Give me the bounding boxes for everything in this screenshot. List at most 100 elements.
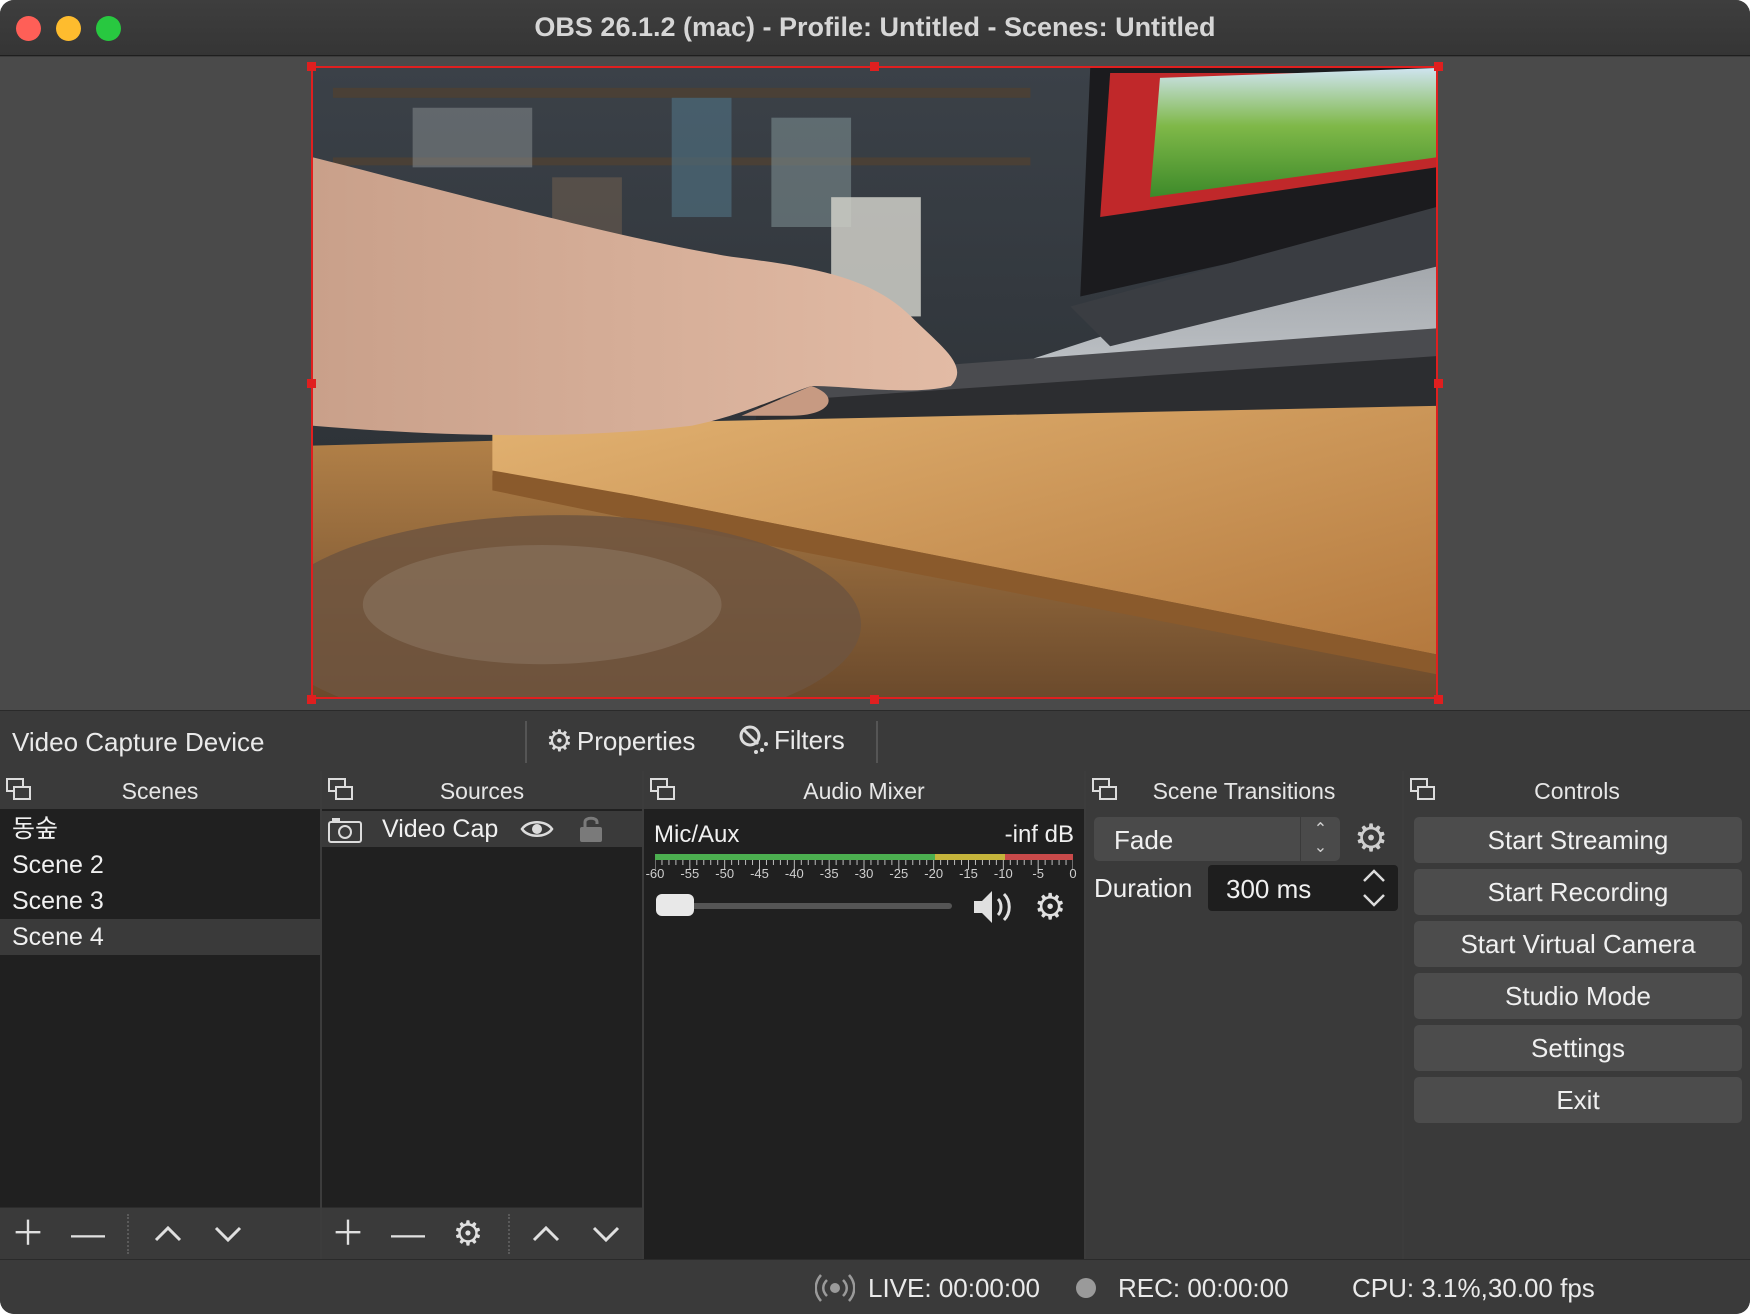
audio-mixer-title: Audio Mixer	[803, 778, 925, 804]
studio-mode-button[interactable]: Studio Mode	[1414, 973, 1742, 1019]
scene-transitions-dock: Scene Transitions Fade ⌃ ⌄ ⚙ Duration 300…	[1086, 771, 1402, 1259]
add-source-button[interactable]: ＋	[330, 1216, 366, 1252]
controls-header: Controls	[1404, 771, 1750, 809]
duration-stepper[interactable]	[1356, 865, 1392, 911]
source-properties-button[interactable]: ⚙	[450, 1216, 486, 1252]
scenes-footer: ＋ —	[0, 1207, 320, 1259]
eye-icon[interactable]	[520, 818, 554, 840]
source-toolbar: Video Capture Device ⚙ Properties Filter…	[0, 710, 1750, 771]
cpu-fps-readout: CPU: 3.1%,30.00 fps	[1352, 1273, 1595, 1303]
resize-handle[interactable]	[1434, 695, 1443, 704]
meter-scale-label: -35	[819, 866, 839, 881]
resize-handle[interactable]	[1434, 379, 1443, 388]
scenes-title: Scenes	[121, 778, 199, 804]
chevron-down-icon	[214, 1226, 242, 1243]
rec-timer: REC: 00:00:00	[1118, 1273, 1289, 1303]
meter-scale-label: -20	[924, 866, 944, 881]
stepper-arrows-icon	[1363, 869, 1385, 907]
window-title: OBS 26.1.2 (mac) - Profile: Untitled - S…	[534, 12, 1216, 42]
filters-button[interactable]: Filters	[738, 724, 845, 756]
move-scene-down-button[interactable]	[210, 1216, 246, 1252]
toolbar-separator	[525, 721, 527, 763]
video-preview[interactable]	[311, 66, 1438, 699]
add-scene-button[interactable]: ＋	[10, 1216, 46, 1252]
resize-handle[interactable]	[1434, 62, 1443, 71]
scene-item-selected[interactable]: Scene 4	[0, 919, 320, 955]
move-scene-up-button[interactable]	[150, 1216, 186, 1252]
scene-item[interactable]: 동숲	[0, 811, 320, 847]
meter-scale-label: -10	[993, 866, 1013, 881]
sources-list: Video Cap	[322, 809, 642, 1259]
start-virtual-camera-button[interactable]: Start Virtual Camera	[1414, 921, 1742, 967]
speaker-icon[interactable]	[972, 887, 1018, 927]
filters-icon	[739, 725, 768, 754]
start-streaming-button[interactable]: Start Streaming	[1414, 817, 1742, 863]
chevron-up-icon	[532, 1225, 560, 1242]
chevron-down-icon	[592, 1226, 620, 1243]
controls-title: Controls	[1534, 778, 1620, 804]
record-indicator-icon	[1076, 1278, 1096, 1298]
camera-icon	[328, 818, 362, 843]
settings-button[interactable]: Settings	[1414, 1025, 1742, 1071]
duration-label: Duration	[1094, 873, 1193, 903]
resize-handle[interactable]	[870, 695, 879, 704]
resize-handle[interactable]	[870, 62, 879, 71]
footer-separator	[127, 1214, 129, 1254]
preview-area[interactable]	[0, 57, 1750, 710]
scenes-dock-header: Scenes	[0, 771, 320, 809]
audio-mixer-dock: Audio Mixer Mic/Aux -inf dB -60 -55 -50 -45…	[644, 771, 1084, 1259]
meter-scale-label: -25	[889, 866, 909, 881]
source-item[interactable]: Video Cap	[322, 811, 642, 847]
properties-button[interactable]: ⚙ Properties	[546, 724, 695, 759]
sources-title: Sources	[439, 778, 525, 804]
live-timer: LIVE: 00:00:00	[868, 1273, 1041, 1303]
meter-scale-label: -15	[959, 866, 978, 881]
meter-scale-label: 0	[1069, 866, 1077, 881]
select-arrows-icon: ⌃ ⌄	[1300, 817, 1340, 861]
chevron-up-icon	[154, 1225, 182, 1242]
audio-mixer-body: Mic/Aux -inf dB -60 -55 -50 -45 -40 -35 -30 -25…	[644, 809, 1084, 1259]
scene-transitions-body: Fade ⌃ ⌄ ⚙ Duration 300 ms	[1086, 809, 1402, 1259]
move-source-up-button[interactable]	[528, 1216, 564, 1252]
resize-handle[interactable]	[307, 379, 316, 388]
controls-dock: Controls Start Streaming Start Recording…	[1404, 771, 1750, 1259]
audio-mixer-header: Audio Mixer	[644, 771, 1084, 809]
meter-scale-label: -5	[1032, 866, 1044, 881]
toolbar-separator	[876, 721, 878, 763]
volume-slider-knob[interactable]	[656, 894, 694, 916]
start-recording-button[interactable]: Start Recording	[1414, 869, 1742, 915]
source-item-label: Video Cap	[382, 815, 499, 843]
transition-value: Fade	[1114, 825, 1174, 855]
resize-handle[interactable]	[307, 695, 316, 704]
volume-slider[interactable]	[656, 903, 952, 909]
status-bar: LIVE: 00:00:00 REC: 00:00:00 CPU: 3.1%,3…	[0, 1259, 1750, 1314]
transition-select[interactable]: Fade ⌃ ⌄	[1094, 817, 1340, 861]
audio-channel-name: Mic/Aux	[654, 821, 740, 848]
gear-icon[interactable]: ⚙	[1354, 819, 1388, 859]
meter-scale-label: -60	[645, 866, 665, 881]
scene-item[interactable]: Scene 2	[0, 847, 320, 883]
scene-transitions-header: Scene Transitions	[1086, 771, 1402, 809]
gear-icon[interactable]: ⚙	[1034, 887, 1066, 927]
sources-dock: Sources Video Cap ＋ — ⚙	[322, 771, 642, 1259]
sources-footer: ＋ — ⚙	[322, 1207, 642, 1259]
meter-scale-label: -40	[784, 866, 804, 881]
move-source-down-button[interactable]	[588, 1216, 624, 1252]
remove-source-button[interactable]: —	[390, 1216, 426, 1252]
resize-handle[interactable]	[307, 62, 316, 71]
meter-scale-label: -50	[715, 866, 735, 881]
exit-button[interactable]: Exit	[1414, 1077, 1742, 1123]
duration-value: 300 ms	[1226, 874, 1312, 904]
controls-body: Start Streaming Start Recording Start Vi…	[1404, 809, 1750, 1259]
remove-scene-button[interactable]: —	[70, 1216, 106, 1252]
footer-separator	[508, 1214, 510, 1254]
camera-frame-image	[313, 68, 1436, 697]
scene-item[interactable]: Scene 3	[0, 883, 320, 919]
unlock-icon[interactable]	[578, 815, 604, 843]
scenes-list: 동숲 Scene 2 Scene 3 Scene 4	[0, 809, 320, 1259]
meter-scale-label: -55	[680, 866, 700, 881]
audio-level-readout: -inf dB	[1004, 821, 1074, 848]
meter-scale-label: -45	[750, 866, 769, 881]
selected-source-name: Video Capture Device	[12, 727, 265, 757]
scenes-dock: Scenes 동숲 Scene 2 Scene 3 Scene 4 ＋ —	[0, 771, 320, 1259]
